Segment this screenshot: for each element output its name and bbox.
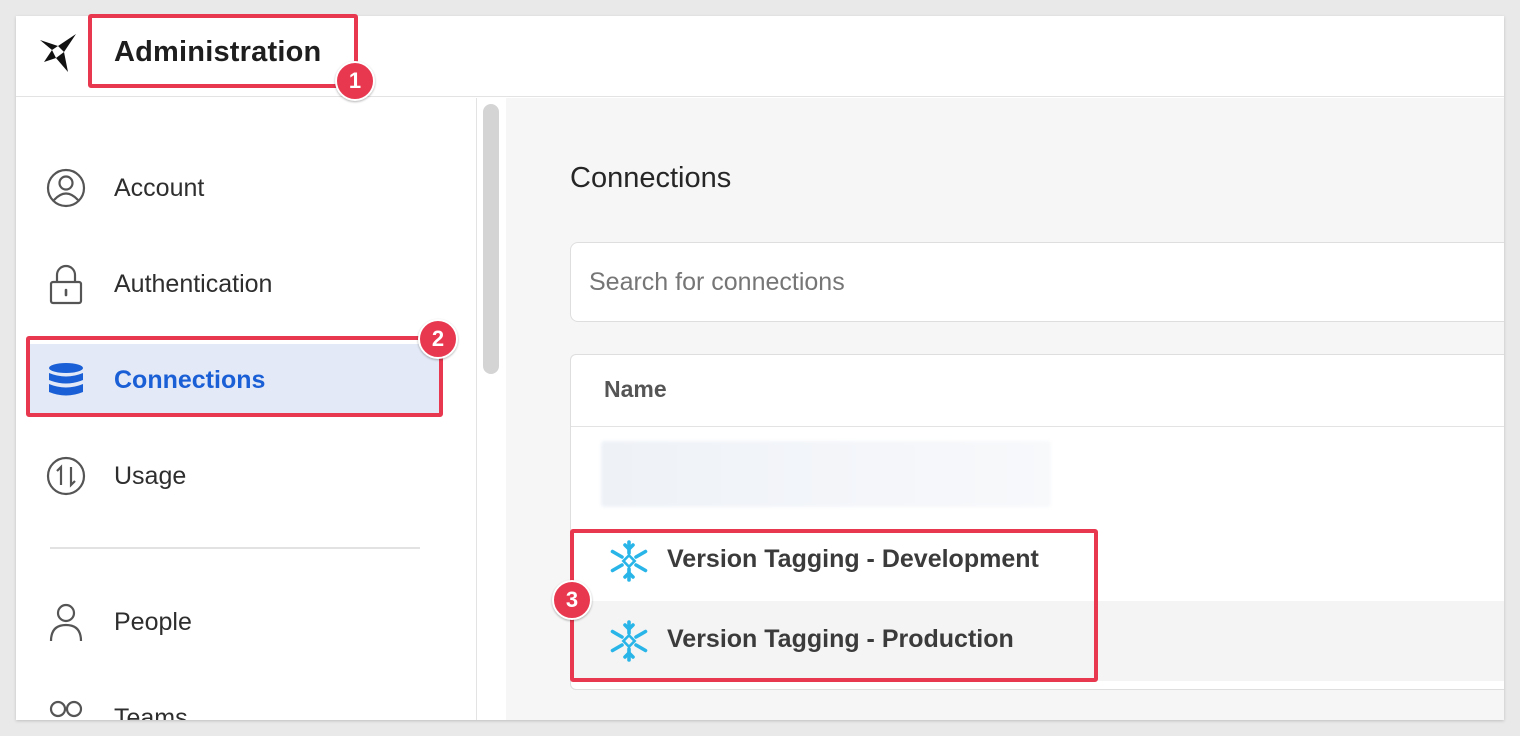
connections-heading: Connections bbox=[570, 162, 732, 194]
main-content: Connections Name Version Tag bbox=[506, 98, 1504, 720]
sidebar-item-label: Authentication bbox=[114, 269, 273, 298]
sidebar-item-account[interactable]: Account bbox=[28, 152, 440, 224]
sidebar: Account Authentication Connections Usage bbox=[16, 98, 477, 720]
top-bar: Administration bbox=[16, 16, 1504, 97]
search-input[interactable] bbox=[589, 263, 1469, 301]
database-icon bbox=[44, 358, 88, 402]
table-header: Name bbox=[571, 355, 1504, 427]
user-circle-icon bbox=[44, 166, 88, 210]
sidebar-item-people[interactable]: People bbox=[28, 586, 440, 658]
step-badge-2: 2 bbox=[418, 319, 458, 359]
connection-name: Version Tagging - Production bbox=[667, 625, 1014, 653]
column-header-name[interactable]: Name bbox=[604, 376, 667, 403]
sidebar-item-label: People bbox=[114, 607, 192, 636]
lock-icon bbox=[44, 262, 88, 306]
person-icon bbox=[44, 600, 88, 644]
team-icon bbox=[44, 696, 88, 720]
step-badge-1: 1 bbox=[335, 61, 375, 101]
search-box bbox=[570, 242, 1504, 322]
connection-name: Version Tagging - Development bbox=[667, 545, 1039, 573]
snowflake-icon bbox=[610, 540, 648, 582]
sidebar-item-label: Usage bbox=[114, 461, 187, 490]
snowflake-icon bbox=[610, 620, 648, 662]
step-badge-3: 3 bbox=[552, 580, 592, 620]
page-title: Administration bbox=[114, 36, 322, 68]
sidebar-item-label: Account bbox=[114, 173, 205, 202]
redacted-row bbox=[601, 441, 1051, 507]
sidebar-item-connections[interactable]: Connections bbox=[28, 344, 440, 416]
table-row[interactable]: Version Tagging - Production bbox=[571, 601, 1504, 681]
admin-window: Administration Account Authentication Co… bbox=[16, 16, 1504, 720]
connections-table: Name Version Tagging - Development Versi… bbox=[570, 354, 1504, 690]
sidebar-item-label: Teams bbox=[114, 703, 188, 721]
sidebar-item-authentication[interactable]: Authentication bbox=[28, 248, 440, 320]
sidebar-scrollbar[interactable] bbox=[483, 104, 499, 374]
sidebar-item-label: Connections bbox=[114, 365, 266, 394]
usage-arrows-icon bbox=[44, 454, 88, 498]
sidebar-item-usage[interactable]: Usage bbox=[28, 440, 440, 512]
logo-icon[interactable] bbox=[36, 30, 82, 76]
table-row[interactable]: Version Tagging - Development bbox=[571, 521, 1504, 601]
sidebar-divider bbox=[50, 547, 420, 549]
sidebar-item-teams[interactable]: Teams bbox=[28, 682, 440, 720]
